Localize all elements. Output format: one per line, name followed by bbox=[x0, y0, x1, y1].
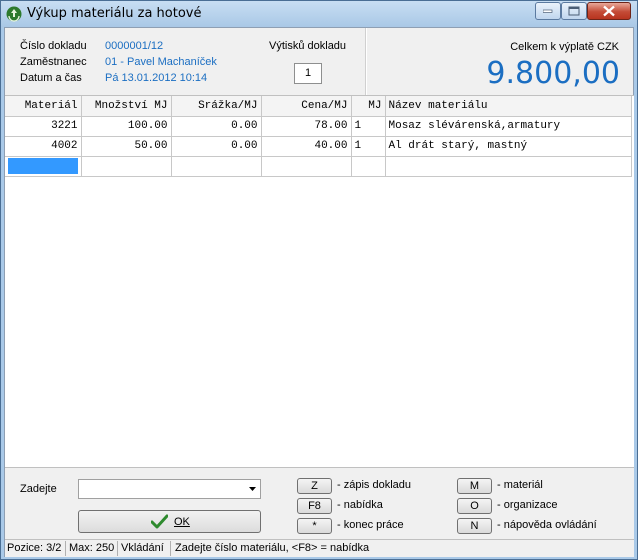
close-button[interactable] bbox=[587, 2, 631, 20]
cell-name[interactable] bbox=[385, 156, 632, 177]
shortcut-key-n[interactable]: N bbox=[457, 518, 492, 534]
cell-quantity[interactable]: 50.00 bbox=[81, 136, 172, 157]
status-divider bbox=[117, 541, 118, 556]
table-header-row: Materiál Množství MJ Srážka/MJ Cena/MJ M… bbox=[5, 96, 632, 117]
cell-material[interactable]: 4002 bbox=[5, 136, 82, 157]
cell-unit[interactable]: 1 bbox=[351, 116, 386, 137]
datetime-label: Datum a čas bbox=[20, 72, 82, 84]
ok-label: OK bbox=[174, 516, 190, 528]
status-divider bbox=[170, 541, 171, 556]
employee-label: Zaměstnanec bbox=[20, 56, 87, 68]
shortcut-key-m[interactable]: M bbox=[457, 478, 492, 494]
column-header-unit[interactable]: MJ bbox=[351, 96, 386, 117]
status-mode: Vkládání bbox=[121, 542, 164, 554]
shortcut-key-star[interactable]: * bbox=[297, 518, 332, 534]
cell-unit[interactable]: 1 bbox=[351, 136, 386, 157]
copies-input[interactable]: 1 bbox=[294, 63, 322, 84]
materials-grid[interactable]: Materiál Množství MJ Srážka/MJ Cena/MJ M… bbox=[5, 95, 634, 467]
cell-deduction[interactable]: 0.00 bbox=[171, 116, 262, 137]
checkmark-icon bbox=[151, 514, 168, 529]
ok-button[interactable]: OK bbox=[78, 510, 261, 533]
column-header-deduction[interactable]: Srážka/MJ bbox=[171, 96, 262, 117]
copies-label: Výtisků dokladu bbox=[269, 40, 347, 52]
title-bar[interactable]: Výkup materiálu za hotové bbox=[1, 1, 637, 27]
cell-material[interactable]: 3221 bbox=[5, 116, 82, 137]
cell-price[interactable]: 40.00 bbox=[261, 136, 352, 157]
employee-value: 01 - Pavel Machaníček bbox=[105, 56, 217, 68]
selection-highlight bbox=[8, 158, 78, 174]
shortcut-desc-o: - organizace bbox=[497, 499, 558, 511]
cell-deduction[interactable] bbox=[171, 156, 262, 177]
column-header-name[interactable]: Název materiálu bbox=[385, 96, 632, 117]
table-row[interactable]: 4002 50.00 0.00 40.00 1 Al drát starý, m… bbox=[5, 136, 632, 157]
column-header-price[interactable]: Cena/MJ bbox=[261, 96, 352, 117]
shortcut-desc-star: - konec práce bbox=[337, 519, 404, 531]
doc-number-value: 0000001/12 bbox=[105, 40, 164, 52]
minimize-button[interactable] bbox=[535, 2, 561, 20]
close-icon bbox=[603, 5, 615, 17]
total-label: Celkem k výplatě CZK bbox=[510, 41, 619, 53]
status-divider bbox=[65, 541, 66, 556]
column-header-quantity[interactable]: Množství MJ bbox=[81, 96, 172, 117]
status-hint: Zadejte číslo materiálu, <F8> = nabídka bbox=[175, 542, 370, 554]
cell-quantity[interactable]: 100.00 bbox=[81, 116, 172, 137]
cell-price[interactable]: 78.00 bbox=[261, 116, 352, 137]
cell-price[interactable] bbox=[261, 156, 352, 177]
status-max: Max: 250 bbox=[69, 542, 115, 554]
cell-material-selected[interactable] bbox=[5, 156, 82, 177]
window-title: Výkup materiálu za hotové bbox=[27, 6, 202, 21]
input-label: Zadejte bbox=[20, 483, 57, 495]
materials-table: Materiál Množství MJ Srážka/MJ Cena/MJ M… bbox=[5, 96, 632, 177]
cell-name[interactable]: Al drát starý, mastný bbox=[385, 136, 632, 157]
status-position: Pozice: 3/2 bbox=[7, 542, 62, 554]
datetime-value: Pá 13.01.2012 10:14 bbox=[105, 72, 208, 84]
doc-number-label: Číslo dokladu bbox=[20, 40, 87, 52]
chevron-down-icon[interactable] bbox=[249, 487, 256, 491]
cell-name[interactable]: Mosaz slévárenská,armatury bbox=[385, 116, 632, 137]
shortcut-desc-n: - nápověda ovládání bbox=[497, 519, 597, 531]
shortcut-key-o[interactable]: O bbox=[457, 498, 492, 514]
shortcut-key-f8[interactable]: F8 bbox=[297, 498, 332, 514]
maximize-icon bbox=[568, 6, 580, 16]
shortcut-desc-f8: - nabídka bbox=[337, 499, 383, 511]
document-header: Číslo dokladu 0000001/12 Zaměstnanec 01 … bbox=[5, 28, 366, 95]
input-panel: Zadejte OK Z - zápis dokladu F8 - nabídk… bbox=[5, 467, 634, 539]
client-area: Číslo dokladu 0000001/12 Zaměstnanec 01 … bbox=[4, 27, 634, 557]
table-row-new[interactable] bbox=[5, 156, 632, 177]
total-panel: Celkem k výplatě CZK 9.800,00 bbox=[367, 28, 633, 95]
cell-quantity[interactable] bbox=[81, 156, 172, 177]
material-input[interactable] bbox=[78, 479, 261, 499]
maximize-button[interactable] bbox=[561, 2, 587, 20]
shortcut-key-z[interactable]: Z bbox=[297, 478, 332, 494]
table-row[interactable]: 3221 100.00 0.00 78.00 1 Mosaz slévárens… bbox=[5, 116, 632, 137]
cell-deduction[interactable]: 0.00 bbox=[171, 136, 262, 157]
status-bar: Pozice: 3/2 Max: 250 Vkládání Zadejte čí… bbox=[5, 539, 634, 557]
main-window: Výkup materiálu za hotové Číslo dokladu … bbox=[0, 0, 638, 560]
minimize-icon bbox=[543, 9, 553, 13]
total-value: 9.800,00 bbox=[486, 56, 620, 91]
column-header-material[interactable]: Materiál bbox=[5, 96, 82, 117]
shortcut-desc-m: - materiál bbox=[497, 479, 543, 491]
cell-unit[interactable] bbox=[351, 156, 386, 177]
shortcut-desc-z: - zápis dokladu bbox=[337, 479, 411, 491]
recycle-icon bbox=[6, 6, 22, 22]
